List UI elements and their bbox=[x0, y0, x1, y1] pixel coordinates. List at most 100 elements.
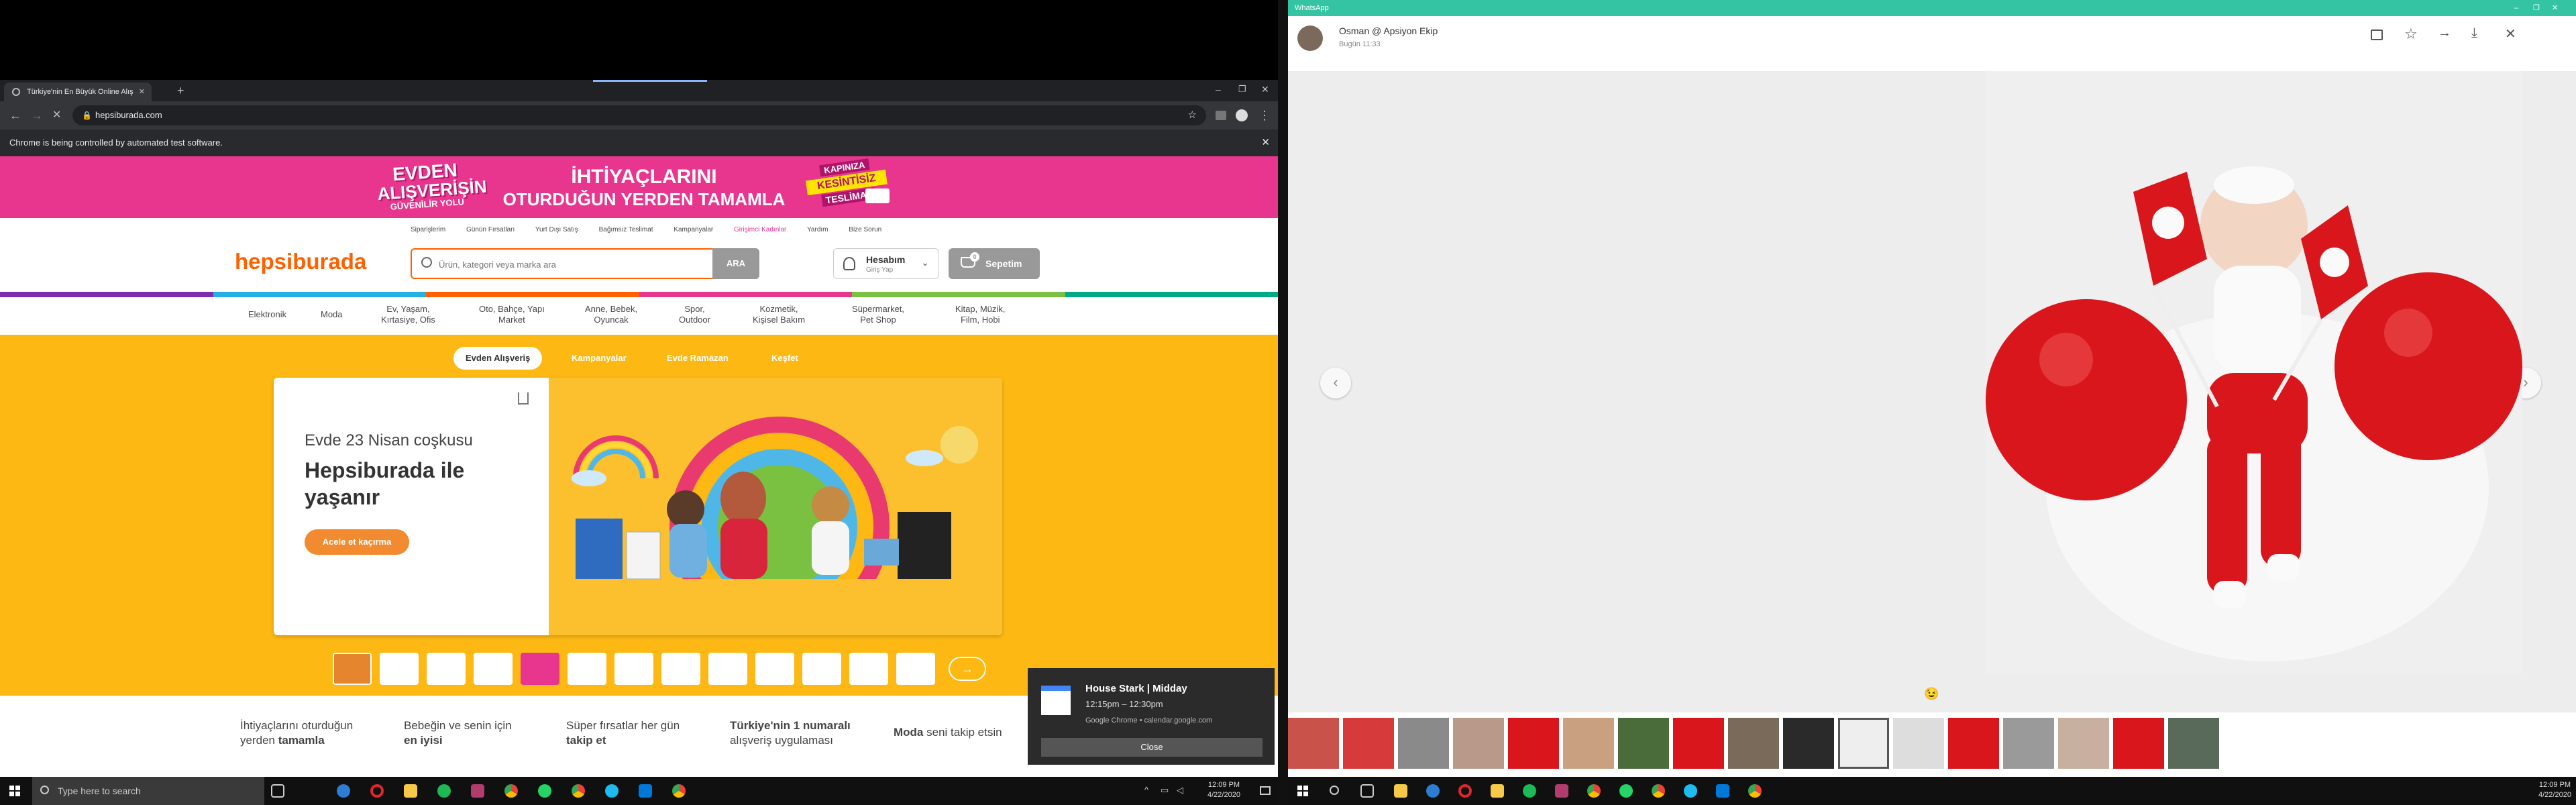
stop-icon[interactable]: ✕ bbox=[52, 109, 61, 122]
media-thumbnail[interactable] bbox=[1838, 718, 1889, 769]
account-button[interactable]: Hesabım Giriş Yap ⌄ bbox=[833, 248, 939, 279]
media-thumbnail[interactable] bbox=[1398, 718, 1449, 769]
file-explorer-icon[interactable] bbox=[404, 784, 417, 798]
tray-clock[interactable]: 12:09 PM 4/22/2020 bbox=[1208, 780, 1240, 800]
media-thumbnail[interactable] bbox=[1783, 718, 1834, 769]
cart-button[interactable]: 0 Sepetim bbox=[949, 248, 1040, 279]
thumb-item[interactable] bbox=[849, 653, 888, 685]
link-girisimci-kadinlar[interactable]: Girişimci Kadınlar bbox=[734, 226, 786, 233]
address-bar[interactable]: 🔒 hepsiburada.com ☆ bbox=[72, 105, 1206, 125]
media-thumbnail[interactable] bbox=[1948, 718, 1999, 769]
campaign-cta-button[interactable]: Acele et kaçırma bbox=[305, 529, 409, 555]
media-thumbnail[interactable] bbox=[1618, 718, 1669, 769]
link-siparislerim[interactable]: Siparişlerim bbox=[411, 226, 445, 233]
thumb-item[interactable] bbox=[708, 653, 747, 685]
media-thumbnail[interactable] bbox=[2003, 718, 2054, 769]
menu-kebab-icon[interactable]: ⋮ bbox=[1258, 109, 1271, 122]
close-icon[interactable]: ✕ bbox=[2505, 25, 2516, 42]
infobar-close-icon[interactable]: ✕ bbox=[1261, 129, 1270, 156]
tab-kesfet[interactable]: Keşfet bbox=[759, 347, 810, 370]
thumb-item[interactable] bbox=[896, 653, 935, 685]
media-thumbnail[interactable] bbox=[1673, 718, 1724, 769]
thumb-item[interactable] bbox=[755, 653, 794, 685]
maximize-icon[interactable]: ❐ bbox=[2533, 0, 2540, 16]
tray-volume-icon[interactable]: ◁ bbox=[1177, 785, 1183, 796]
action-center-icon[interactable] bbox=[1260, 786, 1271, 795]
close-window-icon[interactable]: ✕ bbox=[2552, 0, 2558, 16]
media-thumbnail[interactable] bbox=[1453, 718, 1504, 769]
media-thumbnail[interactable] bbox=[2168, 718, 2219, 769]
thumb-item[interactable] bbox=[661, 653, 700, 685]
whatsapp-icon[interactable] bbox=[538, 784, 551, 798]
windows-start-icon[interactable] bbox=[9, 786, 20, 796]
media-thumbnail[interactable] bbox=[1728, 718, 1779, 769]
thumb-item[interactable] bbox=[802, 653, 841, 685]
task-view-icon[interactable] bbox=[271, 784, 284, 798]
feature-1[interactable]: İhtiyaçlarını oturduğun yerden tamamla bbox=[240, 718, 353, 748]
taskbar-search-box[interactable]: Type here to search bbox=[32, 777, 264, 805]
share-icon[interactable] bbox=[518, 392, 529, 405]
link-bize-sorun[interactable]: Bize Sorun bbox=[849, 226, 881, 233]
media-thumbnail[interactable] bbox=[1893, 718, 1944, 769]
tab-evde-ramazan[interactable]: Evde Ramazan bbox=[655, 347, 741, 370]
star-icon[interactable]: ☆ bbox=[2404, 25, 2418, 43]
link-bagimsiz-teslimat[interactable]: Bağımsız Teslimat bbox=[599, 226, 653, 233]
category-supermarket[interactable]: Süpermarket, Pet Shop bbox=[852, 304, 904, 325]
thumb-item[interactable] bbox=[427, 653, 466, 685]
avatar[interactable] bbox=[1297, 25, 1323, 51]
thumb-item[interactable] bbox=[333, 653, 372, 685]
opera-icon[interactable] bbox=[370, 784, 384, 798]
download-icon[interactable]: ⤓ bbox=[2471, 25, 2477, 41]
thumb-item[interactable] bbox=[474, 653, 513, 685]
previous-media-icon[interactable]: ‹ bbox=[1320, 368, 1351, 398]
media-thumbnail[interactable] bbox=[2113, 718, 2164, 769]
chrome-icon[interactable] bbox=[572, 784, 585, 798]
minimize-icon[interactable]: – bbox=[1216, 83, 1221, 96]
campaign-card[interactable]: Evde 23 Nisan coşkusu Hepsiburada ile ya… bbox=[274, 378, 1002, 635]
forward-icon[interactable]: → bbox=[31, 109, 43, 122]
app-icon[interactable] bbox=[1491, 784, 1504, 798]
search-input[interactable] bbox=[439, 256, 680, 272]
notif-close-button[interactable]: Close bbox=[1041, 738, 1263, 757]
media-thumbnail[interactable] bbox=[1508, 718, 1559, 769]
new-tab-icon[interactable]: + bbox=[177, 84, 184, 97]
feature-2[interactable]: Bebeğin ve senin için en iyisi bbox=[404, 718, 512, 748]
close-window-icon[interactable]: ✕ bbox=[1261, 83, 1269, 96]
category-elektronik[interactable]: Elektronik bbox=[248, 309, 286, 320]
category-kitap[interactable]: Kitap, Müzik, Film, Hobi bbox=[955, 304, 1005, 325]
minimize-icon[interactable]: – bbox=[2514, 0, 2518, 16]
edge-icon[interactable] bbox=[1426, 784, 1440, 798]
forward-icon[interactable]: → bbox=[2438, 25, 2451, 41]
tab-evden-alisveris[interactable]: Evden Alışveriş bbox=[453, 347, 543, 370]
ie-icon[interactable] bbox=[605, 784, 619, 798]
tab-kampanyalar[interactable]: Kampanyalar bbox=[559, 347, 639, 370]
opera-icon[interactable] bbox=[1458, 784, 1472, 798]
category-anne-bebek[interactable]: Anne, Bebek, Oyuncak bbox=[585, 304, 637, 325]
go-to-message-icon[interactable] bbox=[2371, 30, 2383, 40]
feature-4[interactable]: Türkiye'nin 1 numaralı alışveriş uygulam… bbox=[730, 718, 851, 748]
thumb-item[interactable] bbox=[568, 653, 606, 685]
link-yurt-disi[interactable]: Yurt Dışı Satış bbox=[535, 226, 578, 233]
whatsapp-icon[interactable] bbox=[1619, 784, 1633, 798]
store-icon[interactable] bbox=[639, 784, 652, 798]
chrome-icon[interactable] bbox=[1748, 784, 1762, 798]
file-explorer-icon[interactable] bbox=[1394, 784, 1407, 798]
back-icon[interactable]: ← bbox=[9, 109, 21, 122]
category-oto-bahce[interactable]: Oto, Bahçe, Yapı Market bbox=[479, 304, 545, 325]
bookmark-star-icon[interactable]: ☆ bbox=[1188, 105, 1197, 125]
tray-clock[interactable]: 12:09 PM 4/22/2020 bbox=[2538, 780, 2571, 800]
media-thumbnail[interactable] bbox=[1563, 718, 1614, 769]
store-icon[interactable] bbox=[1716, 784, 1729, 798]
spotify-icon[interactable] bbox=[1523, 784, 1536, 798]
maximize-icon[interactable]: ❐ bbox=[1238, 83, 1246, 96]
browser-tab[interactable]: Türkiye'nin En Büyük Online Alış ✕ bbox=[4, 83, 152, 101]
windows-start-icon[interactable] bbox=[1297, 786, 1308, 796]
thumb-item[interactable] bbox=[380, 653, 419, 685]
link-kampanyalar[interactable]: Kampanyalar bbox=[674, 226, 713, 233]
link-yardim[interactable]: Yardım bbox=[807, 226, 828, 233]
category-spor[interactable]: Spor, Outdoor bbox=[679, 304, 710, 325]
promo-banner[interactable]: EVDEN ALIŞVERİŞİN GÜVENİLİR YOLU İHTİYAÇ… bbox=[0, 156, 1278, 218]
search-icon[interactable] bbox=[1330, 786, 1339, 795]
chrome-icon[interactable] bbox=[504, 784, 518, 798]
chrome-icon[interactable] bbox=[1652, 784, 1665, 798]
